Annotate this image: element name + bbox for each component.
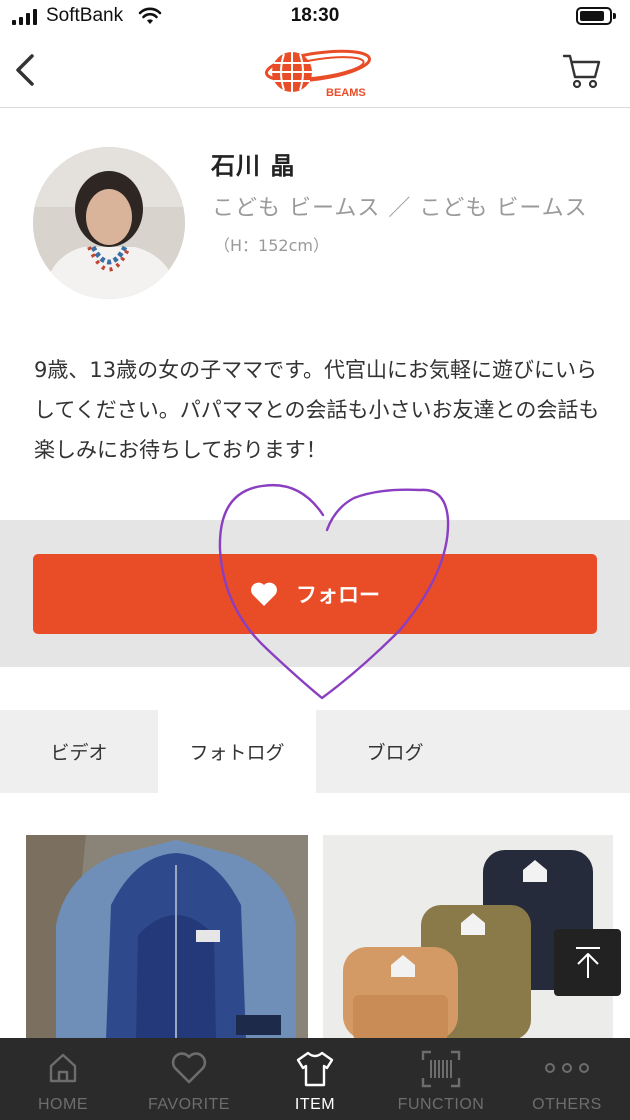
- app-header: BEAMS: [0, 34, 630, 108]
- nav-function-label: FUNCTION: [397, 1096, 485, 1113]
- follow-panel: フォロー: [0, 520, 630, 667]
- staff-avatar: [33, 147, 185, 299]
- photolog-image-jacket[interactable]: [26, 835, 308, 1040]
- heart-icon: [251, 582, 277, 606]
- tab-blog-label: ブログ: [366, 742, 424, 764]
- nav-others[interactable]: OTHERS: [504, 1038, 630, 1120]
- battery-icon: [576, 7, 616, 25]
- nav-item[interactable]: ITEM: [252, 1038, 378, 1120]
- arrow-up-icon: [575, 946, 600, 978]
- clock: 18:30: [290, 5, 340, 26]
- home-icon: [49, 1053, 77, 1083]
- content-tabs: ビデオ フォトログ ブログ: [0, 710, 630, 793]
- tab-video[interactable]: ビデオ: [0, 710, 158, 793]
- staff-height: （H：152cm）: [214, 236, 329, 255]
- back-chevron-icon[interactable]: [10, 50, 46, 90]
- beams-logo[interactable]: BEAMS: [256, 44, 376, 100]
- status-bar: SoftBank 18:30: [0, 0, 630, 34]
- barcode-icon: [421, 1050, 461, 1088]
- staff-bio: 9歳、13歳の女の子ママです。代官山にお気軽に遊びにいらしてください。パパママと…: [34, 358, 600, 462]
- tab-photolog-label: フォトログ: [189, 742, 285, 764]
- tshirt-icon: [296, 1051, 334, 1087]
- nav-home[interactable]: HOME: [0, 1038, 126, 1120]
- bottom-navigation: HOME FAVORITE ITEM FUNCTION OTHERS: [0, 1038, 630, 1120]
- nav-function[interactable]: FUNCTION: [378, 1038, 504, 1120]
- nav-item-label: ITEM: [294, 1096, 336, 1113]
- nav-favorite[interactable]: FAVORITE: [126, 1038, 252, 1120]
- tab-video-label: ビデオ: [50, 742, 108, 764]
- follow-label: フォロー: [296, 583, 380, 607]
- nav-favorite-label: FAVORITE: [148, 1096, 230, 1113]
- more-icon: [545, 1063, 589, 1073]
- tab-photolog[interactable]: フォトログ: [158, 710, 316, 793]
- tab-blog[interactable]: ブログ: [316, 710, 474, 793]
- nav-home-label: HOME: [38, 1096, 88, 1113]
- scroll-to-top-button[interactable]: [554, 929, 621, 996]
- staff-name: 石川 晶: [211, 152, 296, 180]
- heart-icon: [171, 1052, 207, 1084]
- nav-others-label: OTHERS: [532, 1096, 602, 1113]
- cart-icon[interactable]: [562, 51, 602, 91]
- follow-button[interactable]: フォロー: [33, 554, 597, 634]
- logo-text: BEAMS: [326, 87, 366, 99]
- shop-name[interactable]: こども ビームス ／ こども ビームス: [212, 190, 588, 222]
